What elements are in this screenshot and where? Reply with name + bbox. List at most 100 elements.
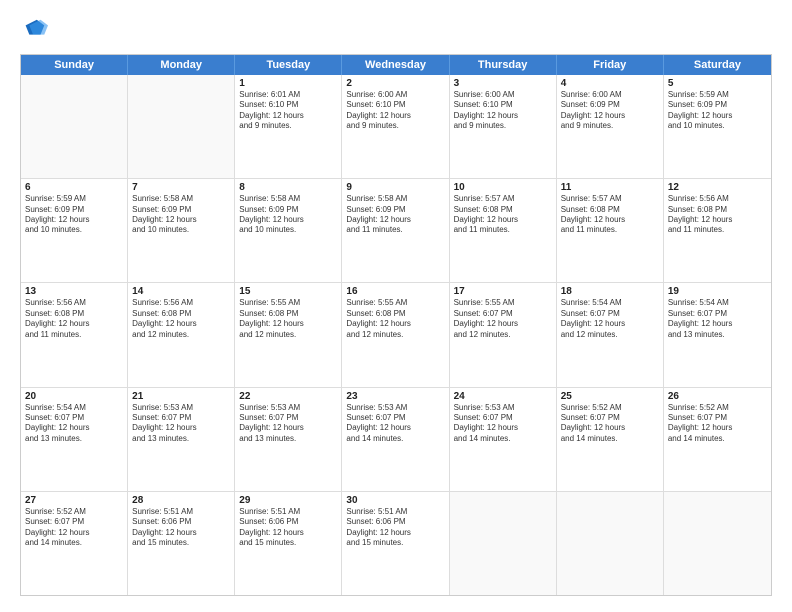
day-number: 11 xyxy=(561,182,659,193)
calendar-cell: 21Sunrise: 5:53 AM Sunset: 6:07 PM Dayli… xyxy=(128,388,235,491)
logo xyxy=(20,16,52,44)
day-info: Sunrise: 5:58 AM Sunset: 6:09 PM Dayligh… xyxy=(132,194,230,236)
day-info: Sunrise: 6:00 AM Sunset: 6:09 PM Dayligh… xyxy=(561,90,659,132)
day-info: Sunrise: 5:57 AM Sunset: 6:08 PM Dayligh… xyxy=(454,194,552,236)
day-of-week-header: Thursday xyxy=(450,55,557,75)
calendar-week-row: 6Sunrise: 5:59 AM Sunset: 6:09 PM Daylig… xyxy=(21,179,771,283)
calendar-cell: 28Sunrise: 5:51 AM Sunset: 6:06 PM Dayli… xyxy=(128,492,235,595)
day-info: Sunrise: 5:52 AM Sunset: 6:07 PM Dayligh… xyxy=(668,403,767,445)
calendar-cell: 27Sunrise: 5:52 AM Sunset: 6:07 PM Dayli… xyxy=(21,492,128,595)
day-number: 29 xyxy=(239,495,337,506)
day-info: Sunrise: 5:58 AM Sunset: 6:09 PM Dayligh… xyxy=(239,194,337,236)
day-number: 26 xyxy=(668,391,767,402)
calendar-cell: 4Sunrise: 6:00 AM Sunset: 6:09 PM Daylig… xyxy=(557,75,664,178)
calendar-cell: 23Sunrise: 5:53 AM Sunset: 6:07 PM Dayli… xyxy=(342,388,449,491)
day-number: 13 xyxy=(25,286,123,297)
header xyxy=(20,16,772,44)
day-number: 21 xyxy=(132,391,230,402)
calendar-cell: 29Sunrise: 5:51 AM Sunset: 6:06 PM Dayli… xyxy=(235,492,342,595)
day-info: Sunrise: 5:54 AM Sunset: 6:07 PM Dayligh… xyxy=(668,298,767,340)
calendar-cell: 1Sunrise: 6:01 AM Sunset: 6:10 PM Daylig… xyxy=(235,75,342,178)
day-info: Sunrise: 5:53 AM Sunset: 6:07 PM Dayligh… xyxy=(239,403,337,445)
day-number: 2 xyxy=(346,78,444,89)
day-info: Sunrise: 5:59 AM Sunset: 6:09 PM Dayligh… xyxy=(668,90,767,132)
day-number: 6 xyxy=(25,182,123,193)
calendar-header: SundayMondayTuesdayWednesdayThursdayFrid… xyxy=(21,55,771,75)
calendar-cell: 24Sunrise: 5:53 AM Sunset: 6:07 PM Dayli… xyxy=(450,388,557,491)
day-number: 14 xyxy=(132,286,230,297)
day-info: Sunrise: 5:55 AM Sunset: 6:08 PM Dayligh… xyxy=(239,298,337,340)
calendar-cell xyxy=(128,75,235,178)
calendar-week-row: 1Sunrise: 6:01 AM Sunset: 6:10 PM Daylig… xyxy=(21,75,771,179)
day-info: Sunrise: 5:54 AM Sunset: 6:07 PM Dayligh… xyxy=(561,298,659,340)
day-info: Sunrise: 5:52 AM Sunset: 6:07 PM Dayligh… xyxy=(561,403,659,445)
day-of-week-header: Wednesday xyxy=(342,55,449,75)
day-number: 19 xyxy=(668,286,767,297)
day-number: 5 xyxy=(668,78,767,89)
day-info: Sunrise: 5:51 AM Sunset: 6:06 PM Dayligh… xyxy=(239,507,337,549)
calendar-cell: 5Sunrise: 5:59 AM Sunset: 6:09 PM Daylig… xyxy=(664,75,771,178)
calendar-cell: 6Sunrise: 5:59 AM Sunset: 6:09 PM Daylig… xyxy=(21,179,128,282)
calendar-cell: 30Sunrise: 5:51 AM Sunset: 6:06 PM Dayli… xyxy=(342,492,449,595)
day-of-week-header: Tuesday xyxy=(235,55,342,75)
day-info: Sunrise: 5:53 AM Sunset: 6:07 PM Dayligh… xyxy=(454,403,552,445)
calendar-cell: 11Sunrise: 5:57 AM Sunset: 6:08 PM Dayli… xyxy=(557,179,664,282)
day-info: Sunrise: 5:54 AM Sunset: 6:07 PM Dayligh… xyxy=(25,403,123,445)
day-number: 10 xyxy=(454,182,552,193)
calendar-week-row: 27Sunrise: 5:52 AM Sunset: 6:07 PM Dayli… xyxy=(21,492,771,595)
calendar-cell xyxy=(21,75,128,178)
calendar-cell: 8Sunrise: 5:58 AM Sunset: 6:09 PM Daylig… xyxy=(235,179,342,282)
day-of-week-header: Sunday xyxy=(21,55,128,75)
day-number: 20 xyxy=(25,391,123,402)
calendar-cell xyxy=(450,492,557,595)
calendar-cell: 25Sunrise: 5:52 AM Sunset: 6:07 PM Dayli… xyxy=(557,388,664,491)
day-number: 28 xyxy=(132,495,230,506)
day-info: Sunrise: 5:51 AM Sunset: 6:06 PM Dayligh… xyxy=(132,507,230,549)
calendar-cell: 19Sunrise: 5:54 AM Sunset: 6:07 PM Dayli… xyxy=(664,283,771,386)
calendar-cell: 14Sunrise: 5:56 AM Sunset: 6:08 PM Dayli… xyxy=(128,283,235,386)
day-number: 18 xyxy=(561,286,659,297)
calendar-cell: 12Sunrise: 5:56 AM Sunset: 6:08 PM Dayli… xyxy=(664,179,771,282)
day-number: 9 xyxy=(346,182,444,193)
day-number: 3 xyxy=(454,78,552,89)
day-number: 8 xyxy=(239,182,337,193)
day-info: Sunrise: 6:00 AM Sunset: 6:10 PM Dayligh… xyxy=(454,90,552,132)
calendar-cell: 18Sunrise: 5:54 AM Sunset: 6:07 PM Dayli… xyxy=(557,283,664,386)
day-number: 7 xyxy=(132,182,230,193)
day-number: 15 xyxy=(239,286,337,297)
day-info: Sunrise: 5:56 AM Sunset: 6:08 PM Dayligh… xyxy=(132,298,230,340)
day-number: 1 xyxy=(239,78,337,89)
day-info: Sunrise: 6:00 AM Sunset: 6:10 PM Dayligh… xyxy=(346,90,444,132)
day-number: 25 xyxy=(561,391,659,402)
day-info: Sunrise: 6:01 AM Sunset: 6:10 PM Dayligh… xyxy=(239,90,337,132)
day-info: Sunrise: 5:55 AM Sunset: 6:07 PM Dayligh… xyxy=(454,298,552,340)
calendar-cell: 7Sunrise: 5:58 AM Sunset: 6:09 PM Daylig… xyxy=(128,179,235,282)
day-info: Sunrise: 5:52 AM Sunset: 6:07 PM Dayligh… xyxy=(25,507,123,549)
day-info: Sunrise: 5:59 AM Sunset: 6:09 PM Dayligh… xyxy=(25,194,123,236)
calendar-week-row: 20Sunrise: 5:54 AM Sunset: 6:07 PM Dayli… xyxy=(21,388,771,492)
day-info: Sunrise: 5:57 AM Sunset: 6:08 PM Dayligh… xyxy=(561,194,659,236)
calendar-cell xyxy=(664,492,771,595)
calendar-body: 1Sunrise: 6:01 AM Sunset: 6:10 PM Daylig… xyxy=(21,75,771,595)
calendar-cell: 26Sunrise: 5:52 AM Sunset: 6:07 PM Dayli… xyxy=(664,388,771,491)
day-number: 30 xyxy=(346,495,444,506)
calendar-cell: 10Sunrise: 5:57 AM Sunset: 6:08 PM Dayli… xyxy=(450,179,557,282)
calendar: SundayMondayTuesdayWednesdayThursdayFrid… xyxy=(20,54,772,596)
day-info: Sunrise: 5:55 AM Sunset: 6:08 PM Dayligh… xyxy=(346,298,444,340)
day-number: 24 xyxy=(454,391,552,402)
calendar-cell xyxy=(557,492,664,595)
day-info: Sunrise: 5:58 AM Sunset: 6:09 PM Dayligh… xyxy=(346,194,444,236)
calendar-cell: 17Sunrise: 5:55 AM Sunset: 6:07 PM Dayli… xyxy=(450,283,557,386)
day-number: 17 xyxy=(454,286,552,297)
day-number: 27 xyxy=(25,495,123,506)
day-number: 12 xyxy=(668,182,767,193)
day-number: 4 xyxy=(561,78,659,89)
calendar-cell: 22Sunrise: 5:53 AM Sunset: 6:07 PM Dayli… xyxy=(235,388,342,491)
calendar-cell: 15Sunrise: 5:55 AM Sunset: 6:08 PM Dayli… xyxy=(235,283,342,386)
day-of-week-header: Friday xyxy=(557,55,664,75)
day-info: Sunrise: 5:56 AM Sunset: 6:08 PM Dayligh… xyxy=(25,298,123,340)
calendar-cell: 20Sunrise: 5:54 AM Sunset: 6:07 PM Dayli… xyxy=(21,388,128,491)
logo-icon xyxy=(20,16,48,44)
calendar-cell: 13Sunrise: 5:56 AM Sunset: 6:08 PM Dayli… xyxy=(21,283,128,386)
day-number: 16 xyxy=(346,286,444,297)
